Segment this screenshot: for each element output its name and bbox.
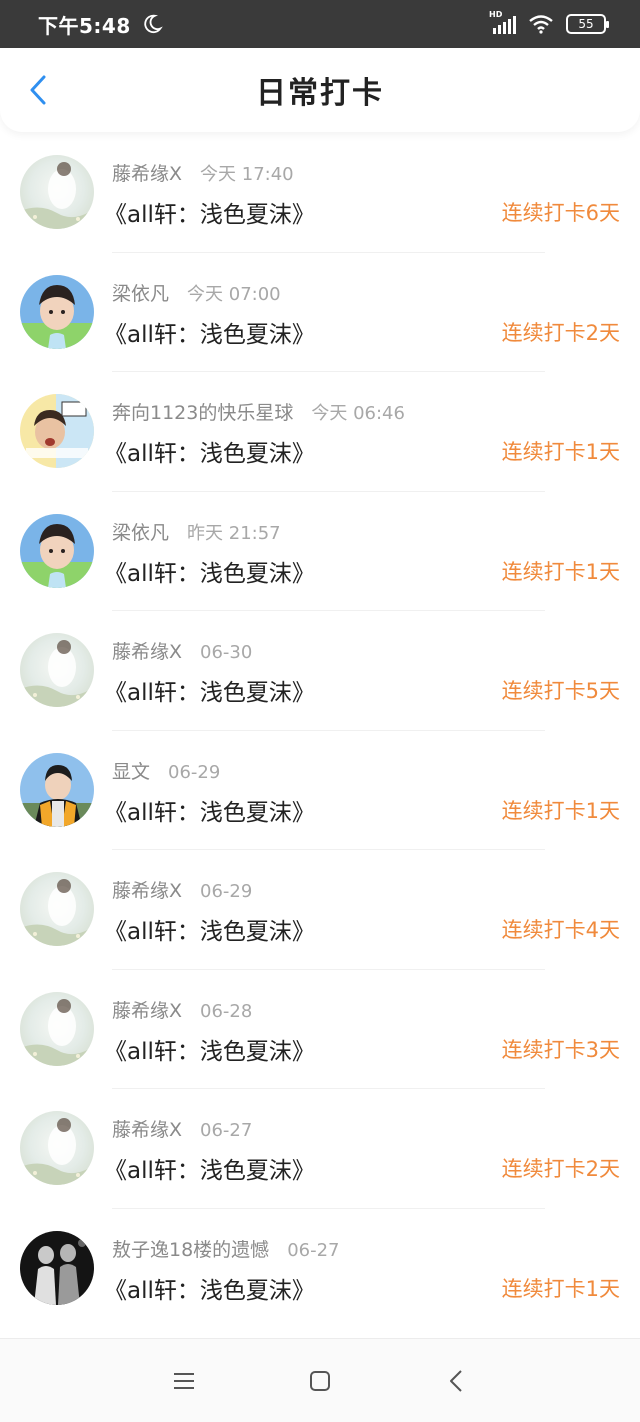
menu-button[interactable] bbox=[166, 1363, 202, 1399]
checkin-meta: 藤希缘X 06-27 bbox=[112, 1115, 252, 1142]
signal-icon: HD bbox=[489, 10, 516, 34]
avatar[interactable] bbox=[20, 274, 94, 349]
checkin-meta: 梁依凡 昨天 21:57 bbox=[112, 518, 281, 545]
avatar[interactable] bbox=[20, 394, 94, 468]
checkin-meta: 敖子逸18楼的遗憾 06-27 bbox=[112, 1235, 340, 1262]
back-button[interactable] bbox=[18, 68, 58, 112]
list-item[interactable]: 藤希缘X 06-30 《all轩：浅色夏沫》 连续打卡5天 bbox=[0, 611, 640, 731]
battery-level: 55 bbox=[578, 17, 594, 31]
book-title[interactable]: 《all轩：浅色夏沫》 bbox=[104, 793, 315, 827]
list-item[interactable]: 藤希缘X 06-27 《all轩：浅色夏沫》 连续打卡2天 bbox=[0, 1089, 640, 1209]
avatar[interactable] bbox=[20, 1111, 94, 1185]
list-item[interactable]: 奔向1123的快乐星球 今天 06:46 《all轩：浅色夏沫》 连续打卡1天 bbox=[0, 372, 640, 492]
header: 日常打卡 bbox=[0, 48, 640, 132]
page-title: 日常打卡 bbox=[256, 76, 384, 111]
battery-icon: 55 bbox=[566, 14, 609, 34]
list-item[interactable]: 梁依凡 今天 07:00 《all轩：浅色夏沫》 连续打卡2天 bbox=[0, 253, 640, 372]
moon-icon bbox=[144, 14, 163, 34]
username[interactable]: 显文 bbox=[112, 757, 150, 784]
checkin-time: 06-29 bbox=[168, 761, 221, 783]
checkin-meta: 奔向1123的快乐星球 今天 06:46 bbox=[112, 398, 405, 425]
username[interactable]: 藤希缘X bbox=[112, 637, 182, 664]
book-title[interactable]: 《all轩：浅色夏沫》 bbox=[104, 1032, 315, 1066]
menu-icon bbox=[174, 1372, 194, 1389]
book-title[interactable]: 《all轩：浅色夏沫》 bbox=[104, 554, 315, 588]
avatar[interactable] bbox=[20, 633, 94, 707]
username[interactable]: 梁依凡 bbox=[112, 518, 169, 545]
streak-label: 连续打卡3天 bbox=[501, 1037, 620, 1062]
avatar[interactable] bbox=[20, 752, 94, 827]
system-back-button[interactable] bbox=[438, 1363, 474, 1399]
checkin-meta: 藤希缘X 今天 17:40 bbox=[112, 159, 294, 186]
checkin-meta: 梁依凡 今天 07:00 bbox=[112, 279, 281, 306]
home-button[interactable] bbox=[302, 1363, 338, 1399]
checkin-time: 06-27 bbox=[287, 1239, 340, 1261]
streak-label: 连续打卡2天 bbox=[501, 320, 620, 345]
book-title[interactable]: 《all轩：浅色夏沫》 bbox=[104, 434, 315, 468]
wifi-icon bbox=[529, 15, 553, 34]
list-item[interactable]: 显文 06-29 《all轩：浅色夏沫》 连续打卡1天 bbox=[0, 731, 640, 850]
checkin-time: 昨天 21:57 bbox=[187, 522, 281, 544]
username[interactable]: 敖子逸18楼的遗憾 bbox=[112, 1235, 269, 1262]
streak-label: 连续打卡6天 bbox=[501, 201, 620, 225]
chevron-left-icon bbox=[30, 75, 46, 105]
checkin-meta: 藤希缘X 06-29 bbox=[112, 876, 252, 903]
streak-label: 连续打卡4天 bbox=[501, 918, 620, 942]
username[interactable]: 藤希缘X bbox=[112, 159, 182, 186]
book-title[interactable]: 《all轩：浅色夏沫》 bbox=[104, 195, 315, 229]
checkin-time: 06-27 bbox=[200, 1120, 253, 1141]
checkin-list: 藤希缘X 今天 17:40 《all轩：浅色夏沫》 连续打卡6天 梁依凡 今天 … bbox=[0, 133, 640, 1328]
checkin-time: 06-30 bbox=[200, 642, 253, 663]
book-title[interactable]: 《all轩：浅色夏沫》 bbox=[104, 315, 315, 349]
avatar[interactable] bbox=[20, 872, 94, 946]
list-item[interactable]: 藤希缘X 今天 17:40 《all轩：浅色夏沫》 连续打卡6天 bbox=[0, 133, 640, 253]
checkin-time: 06-28 bbox=[200, 1000, 253, 1022]
book-title[interactable]: 《all轩：浅色夏沫》 bbox=[104, 912, 315, 946]
avatar[interactable] bbox=[20, 513, 94, 588]
streak-label: 连续打卡1天 bbox=[501, 1276, 620, 1301]
streak-label: 连续打卡1天 bbox=[501, 798, 620, 823]
username[interactable]: 奔向1123的快乐星球 bbox=[112, 398, 293, 425]
list-item[interactable]: 梁依凡 昨天 21:57 《all轩：浅色夏沫》 连续打卡1天 bbox=[0, 492, 640, 611]
username[interactable]: 藤希缘X bbox=[112, 876, 182, 903]
username[interactable]: 藤希缘X bbox=[112, 996, 182, 1023]
streak-label: 连续打卡1天 bbox=[501, 559, 620, 584]
list-item[interactable]: 敖子逸18楼的遗憾 06-27 《all轩：浅色夏沫》 连续打卡1天 bbox=[0, 1209, 640, 1329]
list-item[interactable]: 藤希缘X 06-28 《all轩：浅色夏沫》 连续打卡3天 bbox=[0, 970, 640, 1089]
system-nav-bar bbox=[0, 1338, 640, 1422]
checkin-time: 今天 07:00 bbox=[187, 283, 281, 305]
list-item[interactable]: 藤希缘X 06-29 《all轩：浅色夏沫》 连续打卡4天 bbox=[0, 850, 640, 970]
network-label: HD bbox=[489, 10, 503, 19]
back-triangle-icon bbox=[450, 1369, 462, 1392]
avatar[interactable] bbox=[20, 155, 94, 229]
status-time: 下午5:48 bbox=[38, 13, 131, 38]
checkin-time: 今天 17:40 bbox=[200, 164, 294, 185]
checkin-meta: 显文 06-29 bbox=[112, 757, 220, 784]
username[interactable]: 梁依凡 bbox=[112, 279, 169, 306]
book-title[interactable]: 《all轩：浅色夏沫》 bbox=[104, 1151, 315, 1185]
streak-label: 连续打卡2天 bbox=[501, 1157, 620, 1181]
status-bar: 下午5:48 HD 55 bbox=[0, 0, 640, 48]
streak-label: 连续打卡1天 bbox=[501, 440, 620, 464]
home-square-icon bbox=[310, 1370, 330, 1391]
checkin-time: 今天 06:46 bbox=[311, 403, 405, 424]
avatar[interactable] bbox=[20, 1230, 94, 1305]
username[interactable]: 藤希缘X bbox=[112, 1115, 182, 1142]
checkin-meta: 藤希缘X 06-28 bbox=[112, 996, 252, 1023]
avatar[interactable] bbox=[20, 991, 94, 1066]
book-title[interactable]: 《all轩：浅色夏沫》 bbox=[104, 1271, 315, 1305]
checkin-meta: 藤希缘X 06-30 bbox=[112, 637, 252, 664]
book-title[interactable]: 《all轩：浅色夏沫》 bbox=[104, 673, 315, 707]
streak-label: 连续打卡5天 bbox=[501, 679, 620, 703]
checkin-time: 06-29 bbox=[200, 881, 253, 902]
